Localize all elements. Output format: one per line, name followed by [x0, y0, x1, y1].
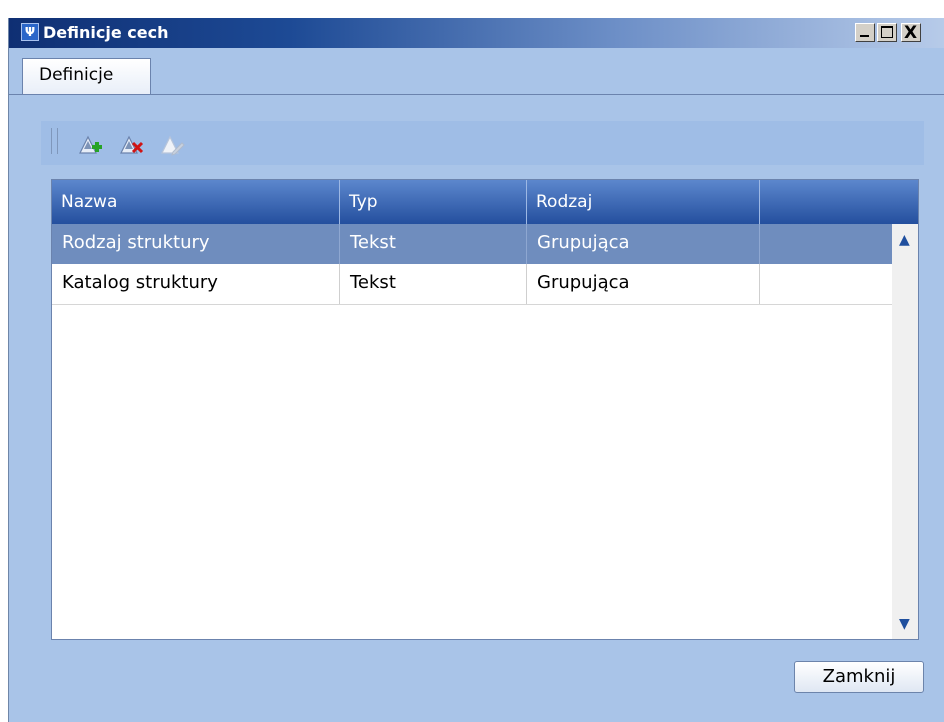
- delete-icon: [120, 135, 144, 154]
- column-header-typ[interactable]: Typ: [340, 180, 527, 224]
- edit-icon: [161, 135, 185, 156]
- column-header-empty[interactable]: [760, 180, 918, 224]
- scroll-down-icon[interactable]: ▼: [899, 616, 910, 632]
- table-row[interactable]: Rodzaj struktury Tekst Grupująca: [52, 224, 892, 264]
- scroll-up-icon[interactable]: ▲: [899, 232, 910, 248]
- features-grid: Nazwa Typ Rodzaj Rodzaj struktury Tekst …: [51, 179, 919, 640]
- maximize-button[interactable]: [877, 23, 897, 42]
- maximize-icon: [881, 26, 893, 38]
- tab-divider: [9, 94, 944, 95]
- cell-empty[interactable]: [760, 264, 892, 304]
- title-bar[interactable]: Ψ Definicje cech X: [9, 18, 944, 48]
- minimize-button[interactable]: [855, 23, 875, 42]
- delete-feature-button[interactable]: [118, 131, 144, 157]
- cell-nazwa[interactable]: Rodzaj struktury: [52, 224, 340, 264]
- vertical-scrollbar[interactable]: ▲ ▼: [892, 224, 918, 639]
- cell-nazwa[interactable]: Katalog struktury: [52, 264, 340, 304]
- cell-empty[interactable]: [760, 224, 892, 264]
- close-window-button[interactable]: X: [901, 23, 921, 43]
- table-row[interactable]: Katalog struktury Tekst Grupująca: [52, 264, 892, 305]
- grid-header: Nazwa Typ Rodzaj: [52, 180, 918, 224]
- edit-feature-button[interactable]: [159, 131, 185, 157]
- toolbar: [41, 121, 924, 165]
- tab-label: Definicje: [39, 65, 114, 85]
- cell-rodzaj[interactable]: Grupująca: [527, 264, 760, 304]
- column-header-nazwa[interactable]: Nazwa: [52, 180, 340, 224]
- add-feature-button[interactable]: [77, 131, 103, 157]
- column-header-rodzaj[interactable]: Rodzaj: [527, 180, 760, 224]
- cell-typ[interactable]: Tekst: [340, 264, 527, 304]
- app-icon: Ψ: [21, 23, 39, 41]
- tab-strip: Definicje: [9, 48, 944, 95]
- cell-typ[interactable]: Tekst: [340, 224, 527, 264]
- add-icon: [79, 135, 102, 154]
- cell-rodzaj[interactable]: Grupująca: [527, 224, 760, 264]
- tab-definicje[interactable]: Definicje: [22, 58, 151, 95]
- close-button[interactable]: Zamknij: [794, 661, 924, 693]
- window-title: Definicje cech: [43, 23, 169, 42]
- toolbar-grip[interactable]: [51, 128, 58, 154]
- dialog-window: Ψ Definicje cech X Definicje Nazwa Typ R…: [8, 18, 944, 722]
- close-icon: X: [904, 23, 918, 43]
- minimize-icon: [860, 35, 869, 37]
